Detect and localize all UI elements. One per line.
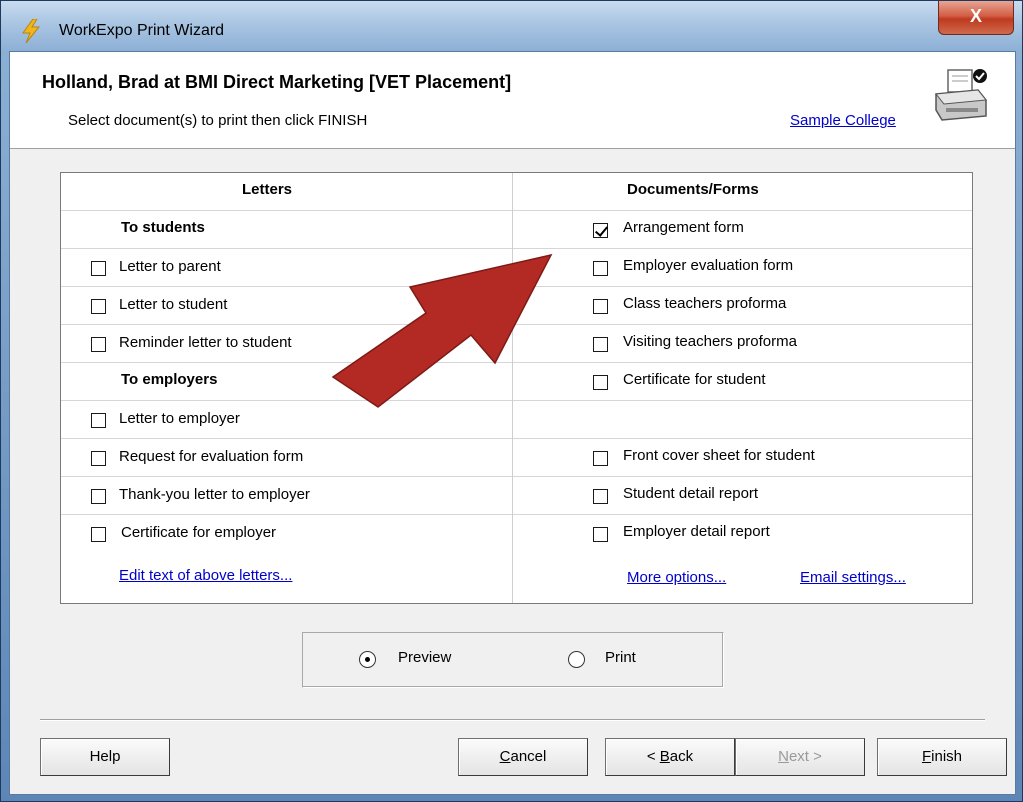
certificate-employer-label: Certificate for employer bbox=[121, 524, 277, 541]
to-students-row: To students bbox=[61, 211, 512, 249]
placement-title: Holland, Brad at BMI Direct Marketing [V… bbox=[42, 72, 512, 92]
lightning-icon bbox=[22, 19, 41, 43]
employer-evaluation-checkbox[interactable] bbox=[593, 261, 608, 276]
to-students-heading: To students bbox=[121, 219, 205, 236]
finish-button[interactable]: Finish bbox=[877, 738, 1007, 776]
to-employers-heading: To employers bbox=[121, 371, 218, 388]
class-teachers-label: Class teachers proforma bbox=[623, 295, 787, 312]
employer-evaluation-label: Employer evaluation form bbox=[623, 257, 794, 274]
print-radio[interactable] bbox=[568, 651, 585, 668]
documents-column: Documents/Forms Arrangement form Employe… bbox=[513, 173, 972, 603]
visiting-teachers-label: Visiting teachers proforma bbox=[623, 333, 797, 350]
next-label-rest: ext > bbox=[788, 748, 822, 765]
wizard-header: Holland, Brad at BMI Direct Marketing [V… bbox=[10, 52, 1015, 149]
arrangement-form-label: Arrangement form bbox=[623, 219, 744, 236]
instruction-text: Select document(s) to print then click F… bbox=[68, 112, 368, 129]
letters-heading: Letters bbox=[242, 181, 293, 198]
list-item[interactable]: Employer evaluation form bbox=[513, 249, 972, 287]
preview-radio[interactable] bbox=[359, 651, 376, 668]
thank-you-letter-checkbox[interactable] bbox=[91, 489, 106, 504]
letter-to-parent-label: Letter to parent bbox=[119, 258, 221, 275]
next-button[interactable]: Next > bbox=[735, 738, 865, 776]
letter-to-employer-checkbox[interactable] bbox=[91, 413, 106, 428]
preview-label[interactable]: Preview bbox=[398, 649, 451, 666]
list-item[interactable]: Reminder letter to student bbox=[61, 325, 512, 363]
list-item[interactable]: Front cover sheet for student bbox=[513, 439, 972, 477]
edit-letters-link[interactable]: Edit text of above letters... bbox=[119, 567, 292, 584]
back-button[interactable]: < Back bbox=[605, 738, 735, 776]
thank-you-letter-label: Thank-you letter to employer bbox=[119, 486, 310, 503]
back-label-rest: ack bbox=[669, 748, 694, 765]
empty-row bbox=[513, 401, 972, 439]
list-item[interactable]: Request for evaluation form bbox=[61, 439, 512, 477]
certificate-student-checkbox[interactable] bbox=[593, 375, 608, 390]
next-mnemonic: N bbox=[778, 748, 789, 765]
front-cover-label: Front cover sheet for student bbox=[623, 447, 815, 464]
employer-detail-label: Employer detail report bbox=[623, 523, 770, 540]
college-link[interactable]: Sample College bbox=[790, 112, 896, 129]
printer-icon bbox=[935, 69, 987, 121]
email-settings-link[interactable]: Email settings... bbox=[800, 569, 906, 586]
back-mnemonic: B bbox=[659, 748, 670, 765]
print-wizard-window: WorkExpo Print Wizard X Holland, Brad at… bbox=[0, 0, 1023, 802]
request-evaluation-label: Request for evaluation form bbox=[119, 448, 304, 465]
letters-header-row: Letters bbox=[61, 173, 512, 211]
student-detail-label: Student detail report bbox=[623, 485, 759, 502]
print-label[interactable]: Print bbox=[605, 649, 636, 666]
documents-header-row: Documents/Forms bbox=[513, 173, 972, 211]
list-item[interactable]: Employer detail report bbox=[513, 515, 972, 553]
letter-to-student-label: Letter to student bbox=[119, 296, 228, 313]
list-item[interactable]: Certificate for student bbox=[513, 363, 972, 401]
certificate-employer-checkbox[interactable] bbox=[91, 527, 106, 542]
list-item[interactable]: Visiting teachers proforma bbox=[513, 325, 972, 363]
employer-detail-checkbox[interactable] bbox=[593, 527, 608, 542]
finish-label-rest: inish bbox=[931, 748, 963, 765]
list-item[interactable]: Arrangement form bbox=[513, 211, 972, 249]
front-cover-checkbox[interactable] bbox=[593, 451, 608, 466]
student-detail-checkbox[interactable] bbox=[593, 489, 608, 504]
help-button[interactable]: Help bbox=[40, 738, 170, 776]
documents-heading: Documents/Forms bbox=[627, 181, 759, 198]
button-separator bbox=[40, 719, 985, 721]
letter-to-employer-label: Letter to employer bbox=[119, 410, 240, 427]
list-item[interactable]: Letter to student bbox=[61, 287, 512, 325]
class-teachers-checkbox[interactable] bbox=[593, 299, 608, 314]
reminder-letter-label: Reminder letter to student bbox=[119, 334, 292, 351]
document-selection-panel: Letters To students Letter to parent Let… bbox=[60, 172, 973, 604]
to-employers-row: To employers bbox=[61, 363, 512, 401]
close-button[interactable]: X bbox=[938, 1, 1014, 35]
title-bar[interactable]: WorkExpo Print Wizard X bbox=[1, 1, 1022, 51]
letter-to-student-checkbox[interactable] bbox=[91, 299, 106, 314]
cancel-button[interactable]: Cancel bbox=[458, 738, 588, 776]
cancel-label-rest: ancel bbox=[510, 748, 547, 765]
cancel-mnemonic: C bbox=[499, 748, 511, 765]
wizard-body: Holland, Brad at BMI Direct Marketing [V… bbox=[9, 51, 1016, 795]
list-item[interactable]: Letter to parent bbox=[61, 249, 512, 287]
list-item[interactable]: Student detail report bbox=[513, 477, 972, 515]
list-item[interactable]: Thank-you letter to employer bbox=[61, 477, 512, 515]
arrangement-form-checkbox[interactable] bbox=[593, 223, 608, 238]
output-mode-group: Preview Print bbox=[302, 632, 724, 688]
letters-column: Letters To students Letter to parent Let… bbox=[61, 173, 513, 603]
more-options-link[interactable]: More options... bbox=[627, 569, 726, 586]
list-item[interactable]: Certificate for employer bbox=[61, 515, 512, 553]
window-title: WorkExpo Print Wizard bbox=[59, 22, 225, 39]
back-prefix: < bbox=[646, 748, 660, 765]
request-evaluation-checkbox[interactable] bbox=[91, 451, 106, 466]
certificate-student-label: Certificate for student bbox=[623, 371, 766, 388]
reminder-letter-checkbox[interactable] bbox=[91, 337, 106, 352]
list-item[interactable]: Letter to employer bbox=[61, 401, 512, 439]
finish-mnemonic: F bbox=[921, 748, 932, 765]
visiting-teachers-checkbox[interactable] bbox=[593, 337, 608, 352]
letter-to-parent-checkbox[interactable] bbox=[91, 261, 106, 276]
list-item[interactable]: Class teachers proforma bbox=[513, 287, 972, 325]
